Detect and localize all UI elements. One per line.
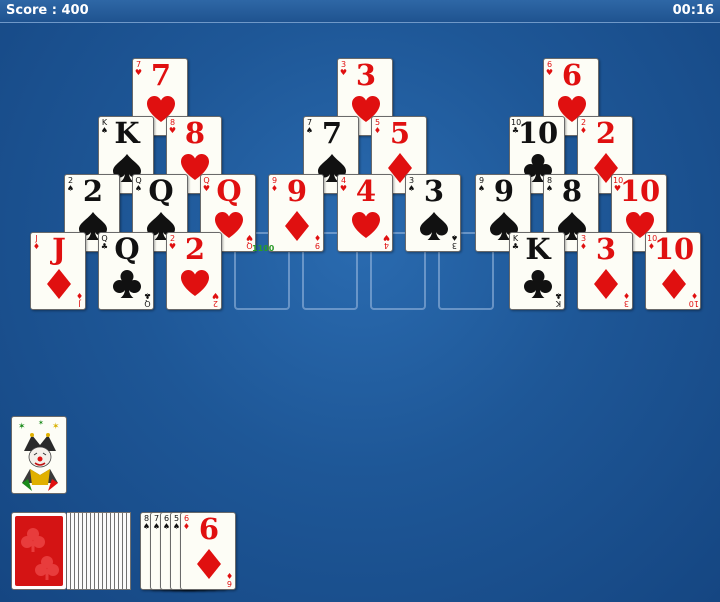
card-6-of-diamonds[interactable]: 6 6 ♦ 6 ♦: [180, 512, 236, 590]
top-bar: Score : 400 00:16: [0, 0, 720, 23]
card-10-of-diamonds[interactable]: 10 10 ♦ 10 ♦: [645, 232, 701, 310]
card-corner-index: 7♥: [134, 60, 143, 77]
club-suit-icon: [523, 269, 553, 299]
svg-text:✶: ✶: [52, 422, 60, 432]
heart-suit-icon: [180, 269, 210, 299]
card-3-of-diamonds[interactable]: 3 3 ♦ 3 ♦: [577, 232, 633, 310]
diamond-suit-icon: [659, 269, 689, 299]
card-corner-index: 7♠: [305, 118, 314, 135]
club-suit-icon: [112, 269, 142, 299]
card-corner-index: 2 ♥: [168, 234, 177, 251]
stock-pile[interactable]: [11, 512, 67, 590]
card-k-of-clubs[interactable]: K K ♣ K ♣: [509, 232, 565, 310]
stock-card-edge: [127, 512, 131, 590]
card-3-of-spades[interactable]: 3 3 ♠ 3 ♠: [405, 174, 461, 252]
svg-text:✶: ✶: [38, 419, 44, 427]
score-popup: 1100: [252, 244, 275, 253]
card-q-of-clubs[interactable]: Q Q ♣ Q ♣: [98, 232, 154, 310]
card-corner-index: 10 ♦: [647, 234, 658, 251]
card-corner-index: K ♣: [511, 234, 520, 251]
card-corner-index: 10 ♦: [688, 291, 699, 308]
card-corner-index: 3 ♠: [407, 176, 416, 193]
card-corner-index: J ♦: [75, 291, 84, 308]
card-corner-index: 8♠: [545, 176, 554, 193]
heart-suit-icon: [351, 211, 381, 241]
card-corner-index: 4 ♥: [382, 233, 391, 250]
card-corner-index: 10♣: [511, 118, 522, 135]
card-corner-index: Q ♣: [100, 234, 109, 251]
card-j-of-diamonds[interactable]: J J ♦ J ♦: [30, 232, 86, 310]
card-corner-index: 4 ♥: [339, 176, 348, 193]
joker-card[interactable]: ✶ ✶ ✶: [11, 416, 67, 494]
card-4-of-hearts[interactable]: 4 4 ♥ 4 ♥: [337, 174, 393, 252]
card-corner-index: 6♥: [545, 60, 554, 77]
card-9-of-diamonds[interactable]: 9 9 ♦ 9 ♦: [268, 174, 324, 252]
card-corner-index: 6 ♦: [182, 514, 191, 531]
card-corner-index: 3♥: [339, 60, 348, 77]
card-corner-index: Q♠: [134, 176, 143, 193]
card-corner-index: 10♥: [613, 176, 624, 193]
card-corner-index: 9♠: [477, 176, 486, 193]
card-corner-index: Q ♥: [202, 176, 211, 193]
diamond-suit-icon: [282, 211, 312, 241]
card-corner-index: K♠: [100, 118, 109, 135]
timer: 00:16: [672, 3, 714, 18]
card-corner-index: Q ♣: [143, 291, 152, 308]
card-corner-index: 2♦: [579, 118, 588, 135]
card-2-of-hearts[interactable]: 2 2 ♥ 2 ♥: [166, 232, 222, 310]
card-corner-index: 2 ♥: [211, 291, 220, 308]
card-corner-index: 9 ♦: [313, 233, 322, 250]
card-corner-index: 8♥: [168, 118, 177, 135]
card-corner-index: 3 ♦: [579, 234, 588, 251]
card-corner-index: J ♦: [32, 234, 41, 251]
card-corner-index: 6 ♦: [225, 571, 234, 588]
card-corner-index: 3 ♠: [450, 233, 459, 250]
card-back-clubs-icon: [21, 528, 59, 580]
card-corner-index: 3 ♦: [622, 291, 631, 308]
diamond-suit-icon: [194, 549, 224, 579]
card-corner-index: 5♦: [373, 118, 382, 135]
spade-suit-icon: [419, 211, 449, 241]
svg-text:✶: ✶: [18, 422, 26, 432]
card-corner-index: 9 ♦: [270, 176, 279, 193]
joker-icon: ✶ ✶ ✶: [18, 419, 60, 491]
diamond-suit-icon: [44, 269, 74, 299]
card-corner-index: 2♠: [66, 176, 75, 193]
score-label: Score : 400: [6, 3, 89, 18]
diamond-suit-icon: [591, 269, 621, 299]
card-corner-index: K ♣: [554, 291, 563, 308]
